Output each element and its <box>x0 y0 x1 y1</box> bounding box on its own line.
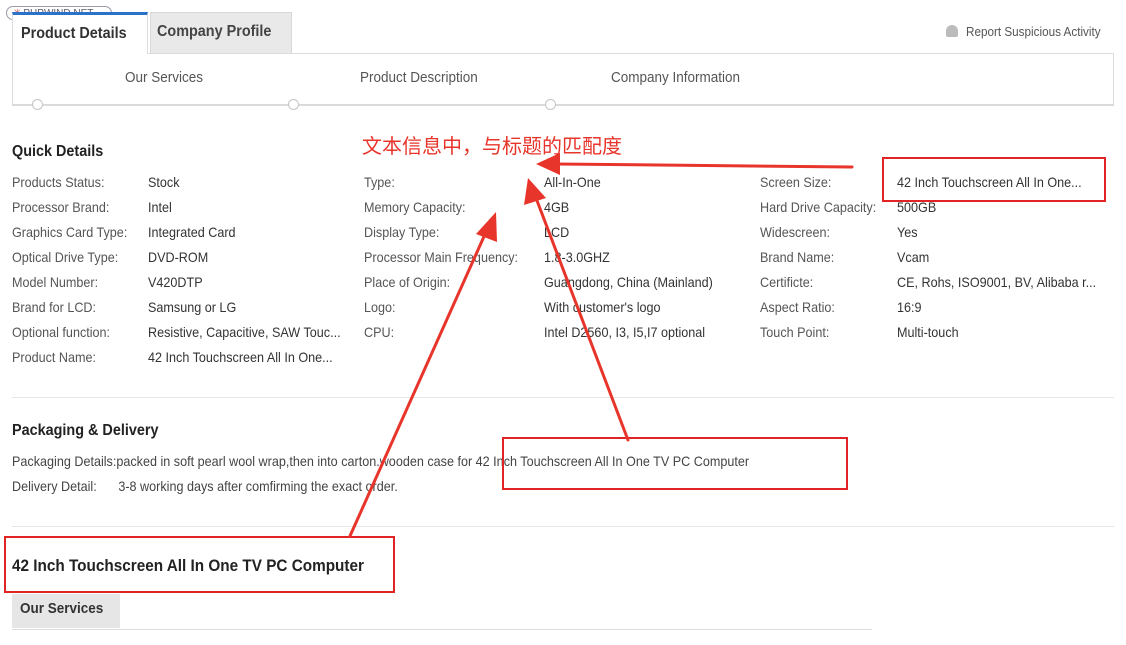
alert-icon <box>946 25 958 37</box>
spec-value: Vcam <box>897 249 930 265</box>
spec-label: Logo: <box>364 299 396 315</box>
annotation-box-title <box>4 536 395 593</box>
packaging-details-label: Packaging Details: <box>12 453 117 469</box>
arrow-line <box>554 162 854 169</box>
spec-label: Processor Main Frequency: <box>364 249 519 265</box>
arrow-head <box>524 178 546 205</box>
annotation-box-screen-size <box>882 157 1106 202</box>
spec-value: Resistive, Capacitive, SAW Touc... <box>148 324 341 340</box>
delivery-details-value: 3-8 working days after comfirming the ex… <box>118 478 398 494</box>
delivery-details-label: Delivery Detail: <box>12 478 97 494</box>
spec-label: Brand for LCD: <box>12 299 97 315</box>
subnav-product-description[interactable]: Product Description <box>360 69 491 86</box>
spec-label: Aspect Ratio: <box>760 299 835 315</box>
spec-value: 42 Inch Touchscreen All In One... <box>148 349 333 365</box>
arrow-head <box>476 212 497 242</box>
spec-label: Display Type: <box>364 224 440 240</box>
subnav-dot[interactable] <box>32 99 43 110</box>
spec-value: All-In-One <box>544 174 601 190</box>
spec-label: Type: <box>364 174 395 190</box>
subnav-dot[interactable] <box>545 99 556 110</box>
section-divider <box>12 397 1114 398</box>
spec-label: Place of Origin: <box>364 274 451 290</box>
subnav-company-information[interactable]: Company Information <box>611 69 754 86</box>
spec-value: DVD-ROM <box>148 249 209 265</box>
spec-label: Product Name: <box>12 349 97 365</box>
spec-value: Yes <box>897 224 918 240</box>
subnav-dot[interactable] <box>288 99 299 110</box>
spec-label: Graphics Card Type: <box>12 224 128 240</box>
spec-label: Widescreen: <box>760 224 831 240</box>
subnav-track <box>12 104 1114 106</box>
spec-value: Intel <box>148 199 172 215</box>
spec-value: 1.8-3.0GHZ <box>544 249 610 265</box>
section-divider <box>12 526 1114 527</box>
spec-value: CE, Rohs, ISO9001, BV, Alibaba r... <box>897 274 1097 290</box>
spec-label: Hard Drive Capacity: <box>760 199 877 215</box>
spec-label: CPU: <box>364 324 395 340</box>
spec-value: Samsung or LG <box>148 299 237 315</box>
annotation-text: 文本信息中，与标题的匹配度 <box>362 136 622 158</box>
tab-product-details[interactable]: Product Details <box>12 12 148 54</box>
spec-value: Guangdong, China (Mainland) <box>544 274 713 290</box>
spec-label: Screen Size: <box>760 174 832 190</box>
spec-label: Optional function: <box>12 324 111 340</box>
spec-value: LCD <box>544 224 570 240</box>
spec-value: 16:9 <box>897 299 922 315</box>
spec-value: Integrated Card <box>148 224 236 240</box>
spec-label: Memory Capacity: <box>364 199 466 215</box>
delivery-details: Delivery Detail: 3-8 working days after c… <box>12 478 417 494</box>
tab-company-profile[interactable]: Company Profile <box>150 12 292 54</box>
spec-label: Brand Name: <box>760 249 835 265</box>
spec-label: Model Number: <box>12 274 99 290</box>
subnav-our-services[interactable]: Our Services <box>125 69 212 86</box>
spec-value: With customer's logo <box>544 299 661 315</box>
our-services-tab[interactable]: Our Services <box>12 594 120 628</box>
annotation-box-packaging <box>502 437 848 490</box>
spec-label: Products Status: <box>12 174 105 190</box>
packaging-title: Packaging & Delivery <box>12 422 159 439</box>
spec-value: 4GB <box>544 199 570 215</box>
spec-value: Intel D2560, I3, I5,I7 optional <box>544 324 706 340</box>
spec-value: Stock <box>148 174 180 190</box>
spec-label: Processor Brand: <box>12 199 110 215</box>
bottom-divider <box>12 629 872 630</box>
spec-value: Multi-touch <box>897 324 959 340</box>
spec-label: Touch Point: <box>760 324 830 340</box>
spec-label: Certificte: <box>760 274 814 290</box>
report-suspicious-link[interactable]: Report Suspicious Activity <box>946 24 1116 39</box>
spec-value: V420DTP <box>148 274 203 290</box>
quick-details-title: Quick Details <box>12 143 104 160</box>
spec-label: Optical Drive Type: <box>12 249 119 265</box>
